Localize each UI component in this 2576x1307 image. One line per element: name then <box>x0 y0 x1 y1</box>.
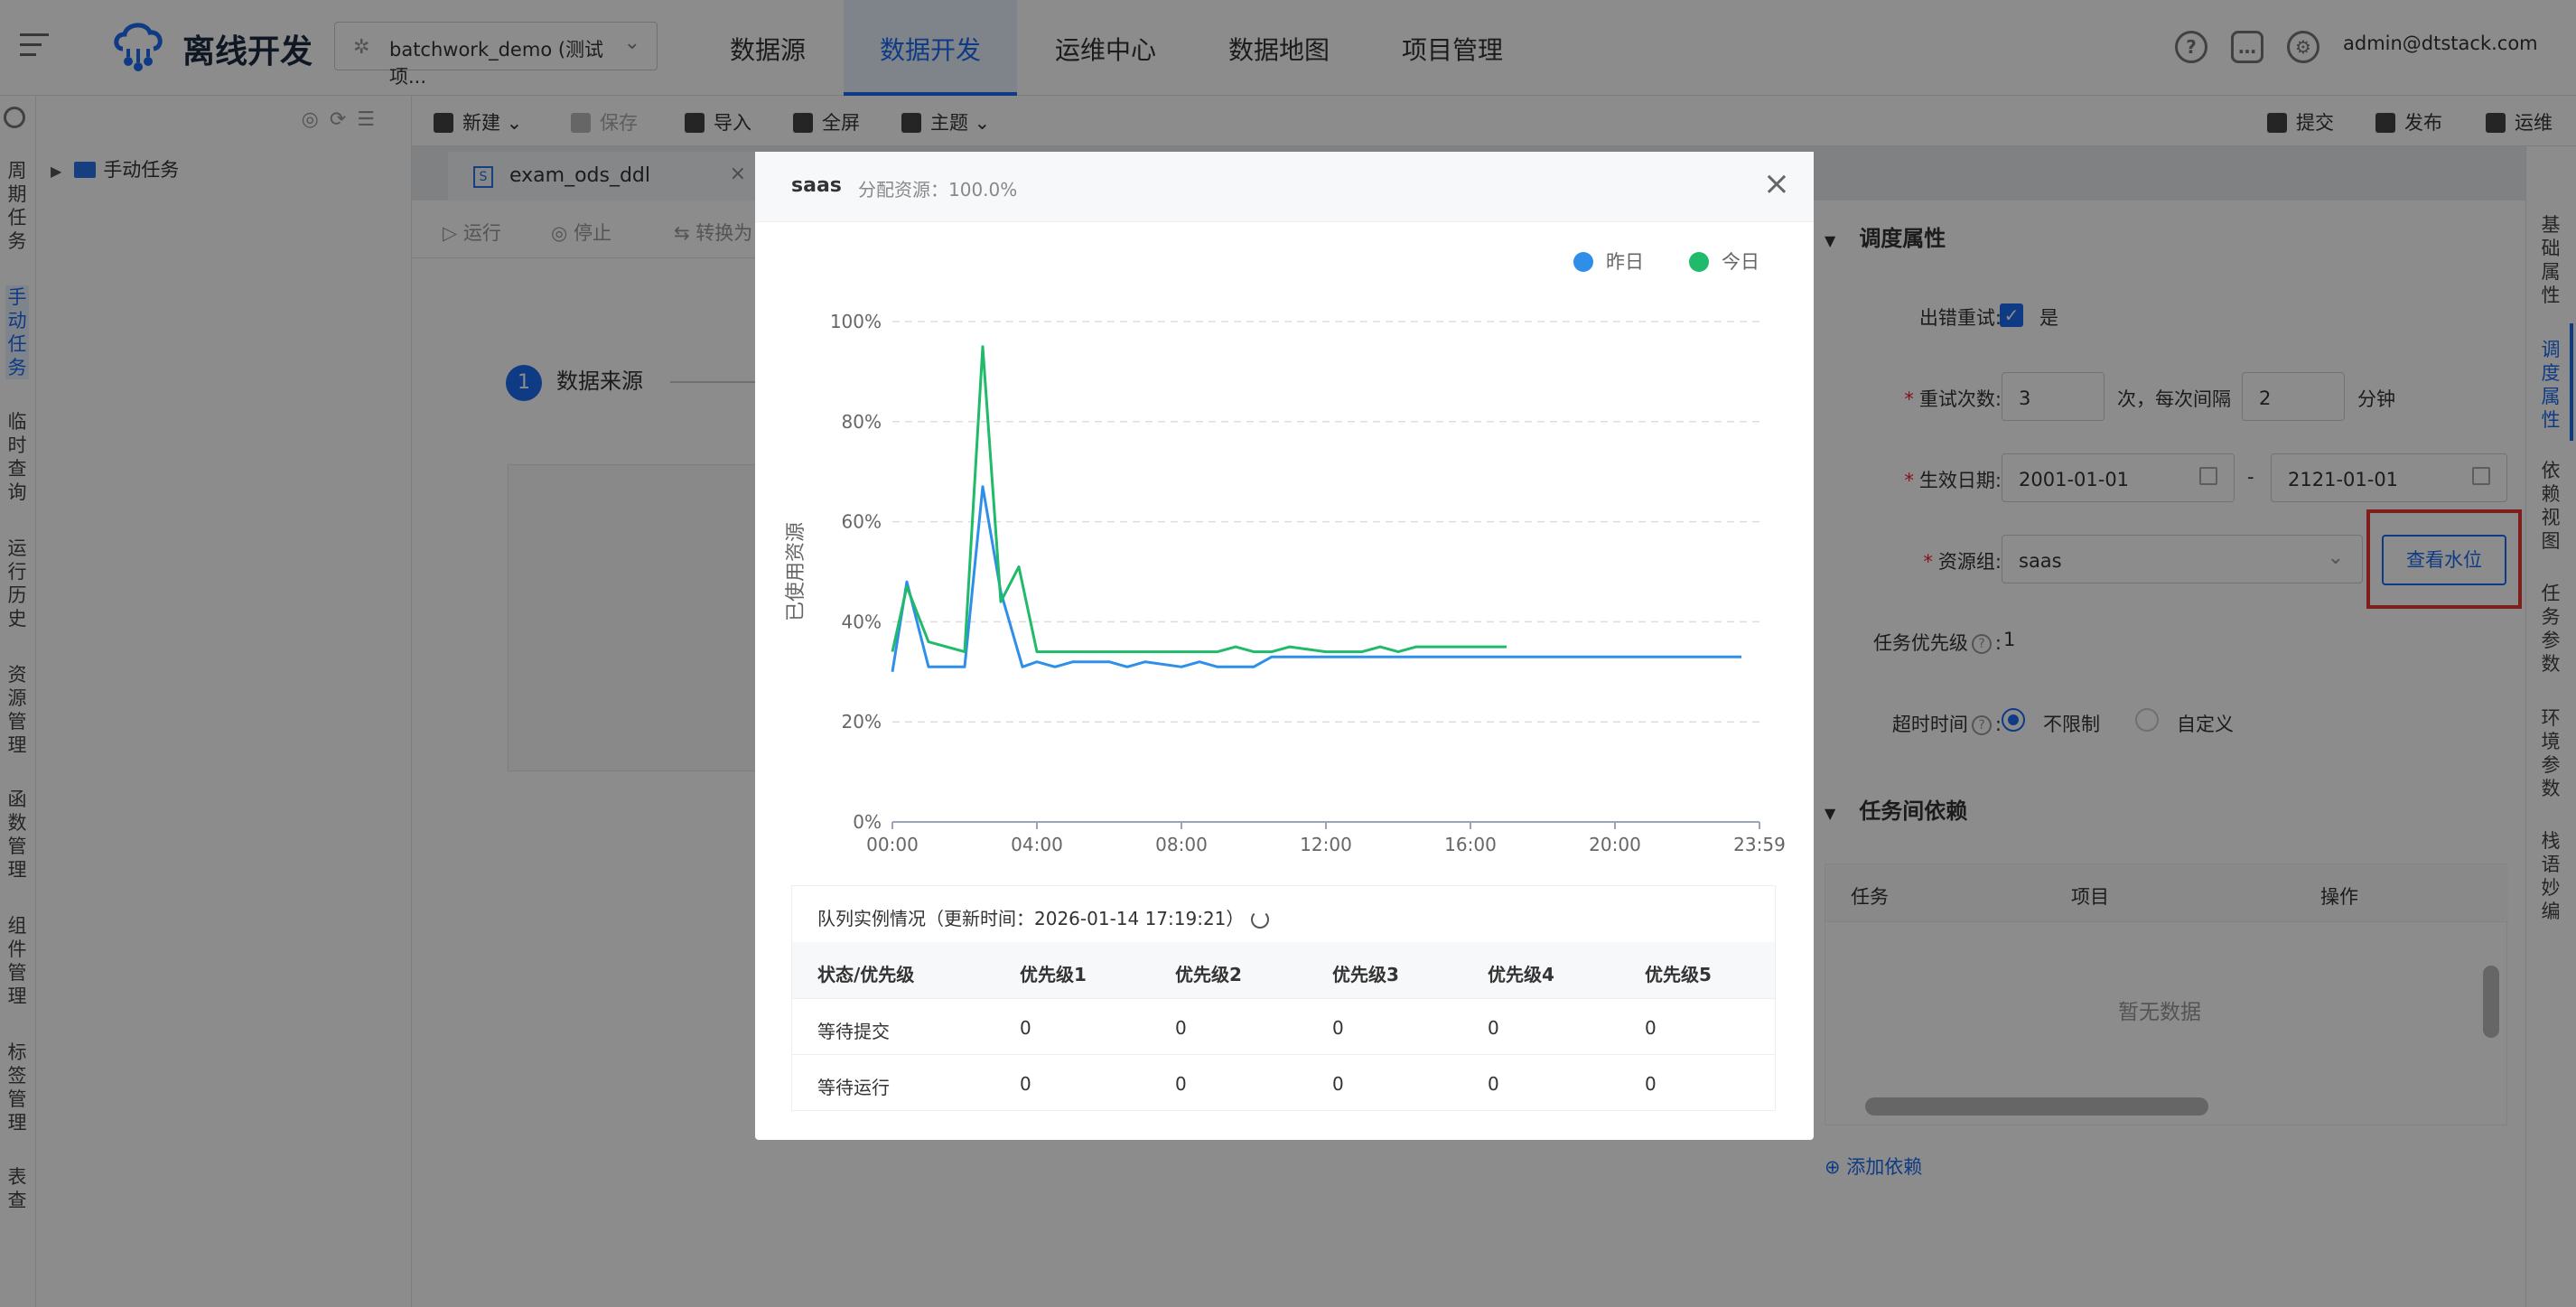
table-row: 等待运行 0 0 0 0 0 <box>792 1054 1775 1110</box>
col-priority3: 优先级3 <box>1332 964 1399 985</box>
x-tick-label: 20:00 <box>1589 834 1641 855</box>
refresh-icon[interactable] <box>1251 910 1270 929</box>
y-tick-label: 60% <box>842 511 882 533</box>
cell: 0 <box>1332 1073 1344 1095</box>
y-tick-label: 0% <box>853 811 882 833</box>
y-tick-label: 100% <box>830 311 882 332</box>
cell: 0 <box>1645 1017 1657 1039</box>
x-tick-label: 04:00 <box>1011 834 1063 855</box>
col-priority4: 优先级4 <box>1488 964 1554 985</box>
y-axis-label: 已使用资源 <box>785 522 807 621</box>
cell: 等待运行 <box>817 1077 890 1098</box>
queue-instance-table: 队列实例情况（更新时间：2026-01-14 17:19:21） 状态/优先级 … <box>791 885 1776 1111</box>
cell: 0 <box>1645 1073 1657 1095</box>
cell: 0 <box>1488 1073 1499 1095</box>
col-priority1: 优先级1 <box>1020 964 1087 985</box>
y-tick-label: 80% <box>842 411 882 433</box>
cell: 0 <box>1175 1073 1187 1095</box>
x-tick-label: 16:00 <box>1444 834 1497 855</box>
cell: 等待提交 <box>817 1021 890 1042</box>
x-tick-label: 00:00 <box>866 834 919 855</box>
cell: 0 <box>1020 1073 1031 1095</box>
col-priority5: 优先级5 <box>1645 964 1712 985</box>
x-tick-label: 23:59 <box>1733 834 1786 855</box>
cell: 0 <box>1488 1017 1499 1039</box>
col-priority2: 优先级2 <box>1175 964 1242 985</box>
cell: 0 <box>1020 1017 1031 1039</box>
cell: 0 <box>1332 1017 1344 1039</box>
cell: 0 <box>1175 1017 1187 1039</box>
resource-usage-chart: 0% 20% 40% 60% 80% 100% 00:00 04:00 08:00 12:00 16… <box>785 311 1786 855</box>
x-tick-label: 12:00 <box>1300 834 1352 855</box>
x-tick-label: 08:00 <box>1155 834 1208 855</box>
y-tick-label: 20% <box>842 711 882 733</box>
queue-table-caption: 队列实例情况（更新时间：2026-01-14 17:19:21） <box>817 904 1270 930</box>
series-line-yesterday <box>891 485 1741 673</box>
queue-table-header: 状态/优先级 优先级1 优先级2 优先级3 优先级4 优先级5 <box>792 942 1775 998</box>
water-level-modal: saas 分配资源：100.0% × 昨日 今日 0% 20% 40% 60% 80% 1… <box>755 152 1814 1140</box>
table-row: 等待提交 0 0 0 0 0 <box>792 998 1775 1054</box>
y-tick-label: 40% <box>842 611 882 632</box>
col-status: 状态/优先级 <box>817 964 915 985</box>
